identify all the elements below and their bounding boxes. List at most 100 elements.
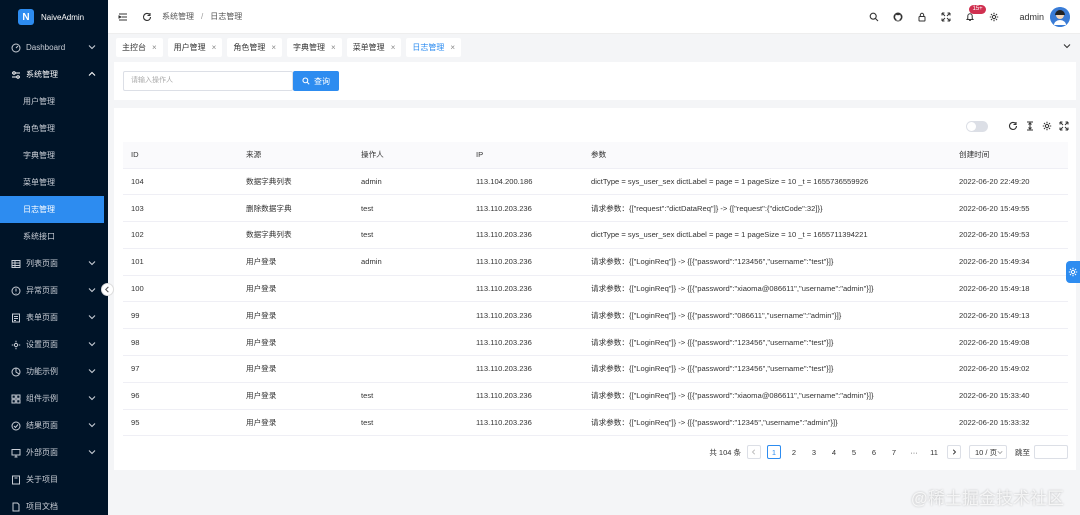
table-row: 101 用户登录 admin 113.110.203.236 请求参数：{["Login… [123,248,1068,276]
pagination: 共 104 条 1 2 3 4 5 6 7 ··· 11 10 / 页 跳至 [709,444,1068,460]
sidebar-item[interactable]: 表单页面 [0,304,108,331]
chevron-up-icon [88,70,96,78]
table-cell: 113.110.203.236 [468,382,583,410]
search-icon [302,77,310,85]
chevron-down-icon [88,394,96,402]
floating-settings-button[interactable] [1066,261,1080,283]
table-cell [353,328,468,357]
table-cell: 用户登录 [238,382,353,410]
page-number[interactable]: 1 [767,445,781,459]
menu-fold-icon[interactable] [116,10,130,24]
breadcrumb-item[interactable]: 系统管理 [162,12,194,21]
chevron-down-icon [88,448,96,456]
sidebar-item-label: 项目文档 [26,502,58,511]
table-cell: 2022-06-20 15:49:18 [951,275,1068,303]
sidebar-subitem[interactable]: 角色管理 [0,115,108,142]
sidebar-subitem[interactable]: 菜单管理 [0,169,108,196]
table-row: 99 用户登录 113.110.203.236 请求参数：{["LoginReq"]}… [123,301,1068,330]
logo[interactable]: N NaiveAdmin [0,0,108,34]
username[interactable]: admin [1019,12,1044,22]
sidebar-item-label: 功能示例 [26,367,58,376]
jump-page-input[interactable] [1034,445,1068,459]
tab[interactable]: 字典管理 × [287,38,342,57]
tab[interactable]: 菜单管理 × [346,38,402,57]
table-cell: test [353,409,468,437]
search-button[interactable]: 查询 [293,71,339,91]
search-icon[interactable] [867,10,881,24]
table-cell: 用户登录 [238,355,353,383]
tab[interactable]: 主控台 × [116,38,163,57]
tab[interactable]: 用户管理 × [167,38,223,57]
column-height-icon[interactable] [1024,120,1036,132]
sidebar-subitem[interactable]: 日志管理 [0,196,104,223]
close-icon[interactable]: × [331,43,336,52]
breadcrumb-item[interactable]: 日志管理 [210,12,242,21]
chevron-left-icon [751,449,756,455]
lock-icon[interactable] [915,10,929,24]
sidebar-item[interactable]: 系统管理 [0,61,108,88]
sidebar-item[interactable]: 组件示例 [0,385,108,412]
close-icon[interactable]: × [391,43,396,52]
page-number[interactable]: 6 [867,445,881,459]
sidebar-item[interactable]: 设置页面 [0,331,108,358]
table-cell [353,355,468,383]
tab[interactable]: 日志管理 × [406,38,462,57]
close-icon[interactable]: × [271,43,276,52]
sidebar-item[interactable]: 结果页面 [0,412,108,439]
table-row: 104 数据字典列表 admin 113.104.200.186 dictType = … [123,168,1068,196]
table-cell: 请求参数：{["request":"dictDataReq"]} -> {["r… [583,194,951,223]
avatar[interactable] [1050,7,1070,27]
page-number[interactable]: 5 [847,445,861,459]
table-cell: 用户登录 [238,275,353,303]
table-row: 102 数据字典列表 test 113.110.203.236 dictType = s… [123,221,1068,249]
feature-icon [10,366,21,377]
sidebar-item[interactable]: 外部页面 [0,439,108,466]
page-number[interactable]: 7 [887,445,901,459]
column-settings-icon[interactable] [1041,120,1053,132]
fullscreen-icon[interactable] [1058,120,1070,132]
sidebar-item[interactable]: 异常页面 [0,277,108,304]
sidebar-item[interactable]: 关于项目 [0,466,108,493]
page-size-select[interactable]: 10 / 页 [969,445,1007,459]
github-icon[interactable] [891,10,905,24]
table-cell: 2022-06-20 15:49:34 [951,248,1068,276]
table-cell: 2022-06-20 22:49:20 [951,168,1068,196]
search-button-label: 查询 [314,76,330,86]
close-icon[interactable]: × [212,43,217,52]
sidebar-item[interactable]: 项目文档 [0,493,108,515]
page-number[interactable]: 4 [827,445,841,459]
sidebar-item[interactable]: 列表页面 [0,250,108,277]
table-cell: 113.110.203.236 [468,409,583,437]
close-icon[interactable]: × [450,43,455,52]
refresh-icon[interactable] [140,10,154,24]
table-toolbar [966,120,1070,132]
table-cell: 113.110.203.236 [468,194,583,223]
sidebar-subitem[interactable]: 系统接口 [0,223,108,250]
page-number[interactable]: 2 [787,445,801,459]
page-ellipsis[interactable]: ··· [907,445,921,459]
tab[interactable]: 角色管理 × [227,38,283,57]
sidebar-subitem[interactable]: 字典管理 [0,142,108,169]
settings-gear-icon[interactable] [987,10,1001,24]
close-icon[interactable]: × [152,43,157,52]
search-input[interactable]: 请输入操作人 [123,71,293,91]
page-number[interactable]: 11 [927,445,941,459]
page-number[interactable]: 3 [807,445,821,459]
chevron-down-icon[interactable] [1062,41,1072,51]
result-icon [10,420,21,431]
notification-icon[interactable]: 15+ [963,5,986,24]
table-cell: 113.110.203.236 [468,221,583,249]
sidebar-item-label: 组件示例 [26,394,58,403]
chevron-left-icon [105,286,109,293]
sidebar-collapse-button[interactable] [101,283,114,296]
reload-icon[interactable] [1007,120,1019,132]
prev-page-button[interactable] [747,445,761,459]
sidebar-item[interactable]: 功能示例 [0,358,108,385]
sidebar-item[interactable]: Dashboard [0,34,108,61]
sidebar-subitem[interactable]: 用户管理 [0,88,108,115]
table-icon [10,258,21,269]
striped-toggle[interactable] [966,120,988,132]
fullscreen-icon[interactable] [939,10,953,24]
next-page-button[interactable] [947,445,961,459]
notification-badge: 15+ [969,5,986,14]
